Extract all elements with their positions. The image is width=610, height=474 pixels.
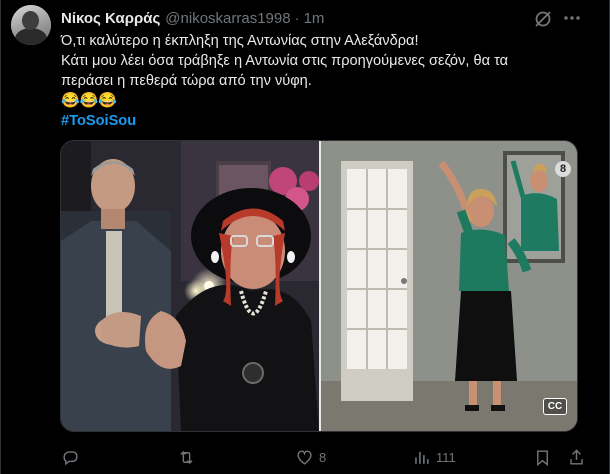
avatar[interactable]: [11, 5, 51, 45]
emoji-line: 😂😂😂: [61, 92, 118, 109]
views-icon: [415, 451, 429, 464]
author-handle[interactable]: @nikoskarras1998: [165, 10, 290, 27]
retweet-icon: [180, 450, 193, 464]
closed-captions-button[interactable]: CC: [543, 398, 567, 415]
heart-icon: [297, 449, 312, 465]
reply-button[interactable]: [61, 444, 85, 470]
views-button[interactable]: 111: [412, 444, 456, 470]
retweet-button[interactable]: [177, 444, 201, 470]
tweet-text-line: Ό,τι καλύτερο η έκπληξη της Αντωνίας στη…: [61, 33, 419, 49]
grok-icon[interactable]: [533, 9, 553, 29]
video-frame-left: [61, 141, 319, 431]
like-count: 8: [319, 449, 327, 465]
separator-dot: ·: [294, 9, 300, 27]
video-player[interactable]: 8 CC: [60, 140, 578, 432]
tweet-text: Ό,τι καλύτερο η έκπληξη της Αντωνίας στη…: [61, 31, 596, 131]
video-frame-right: 8 CC: [321, 141, 577, 431]
share-button[interactable]: [567, 444, 586, 470]
author-name[interactable]: Νίκος Καρράς: [61, 10, 160, 27]
bookmark-button[interactable]: [533, 444, 552, 470]
action-bar: 8 111: [61, 444, 591, 470]
tweet-header: Νίκος Καρράς @nikoskarras1998 · 1m: [61, 8, 324, 28]
timestamp[interactable]: 1m: [304, 10, 325, 27]
tweet-card[interactable]: Νίκος Καρράς @nikoskarras1998 · 1m Ό,τι …: [0, 0, 610, 474]
share-icon: [570, 448, 583, 465]
tweet-text-line: Κάτι μου λέει όσα τράβηξε η Αντωνία στις…: [61, 53, 509, 69]
tweet-text-line: περάσει η πεθερά τώρα από την νύφη.: [61, 73, 312, 89]
count-badge: 8: [555, 161, 571, 177]
reply-icon: [63, 450, 78, 465]
bookmark-icon: [537, 449, 548, 466]
like-button[interactable]: 8: [295, 444, 326, 470]
more-options-icon[interactable]: [561, 7, 583, 29]
hashtag-link[interactable]: #ToSoiSou: [61, 113, 136, 129]
views-count: 111: [436, 449, 456, 465]
